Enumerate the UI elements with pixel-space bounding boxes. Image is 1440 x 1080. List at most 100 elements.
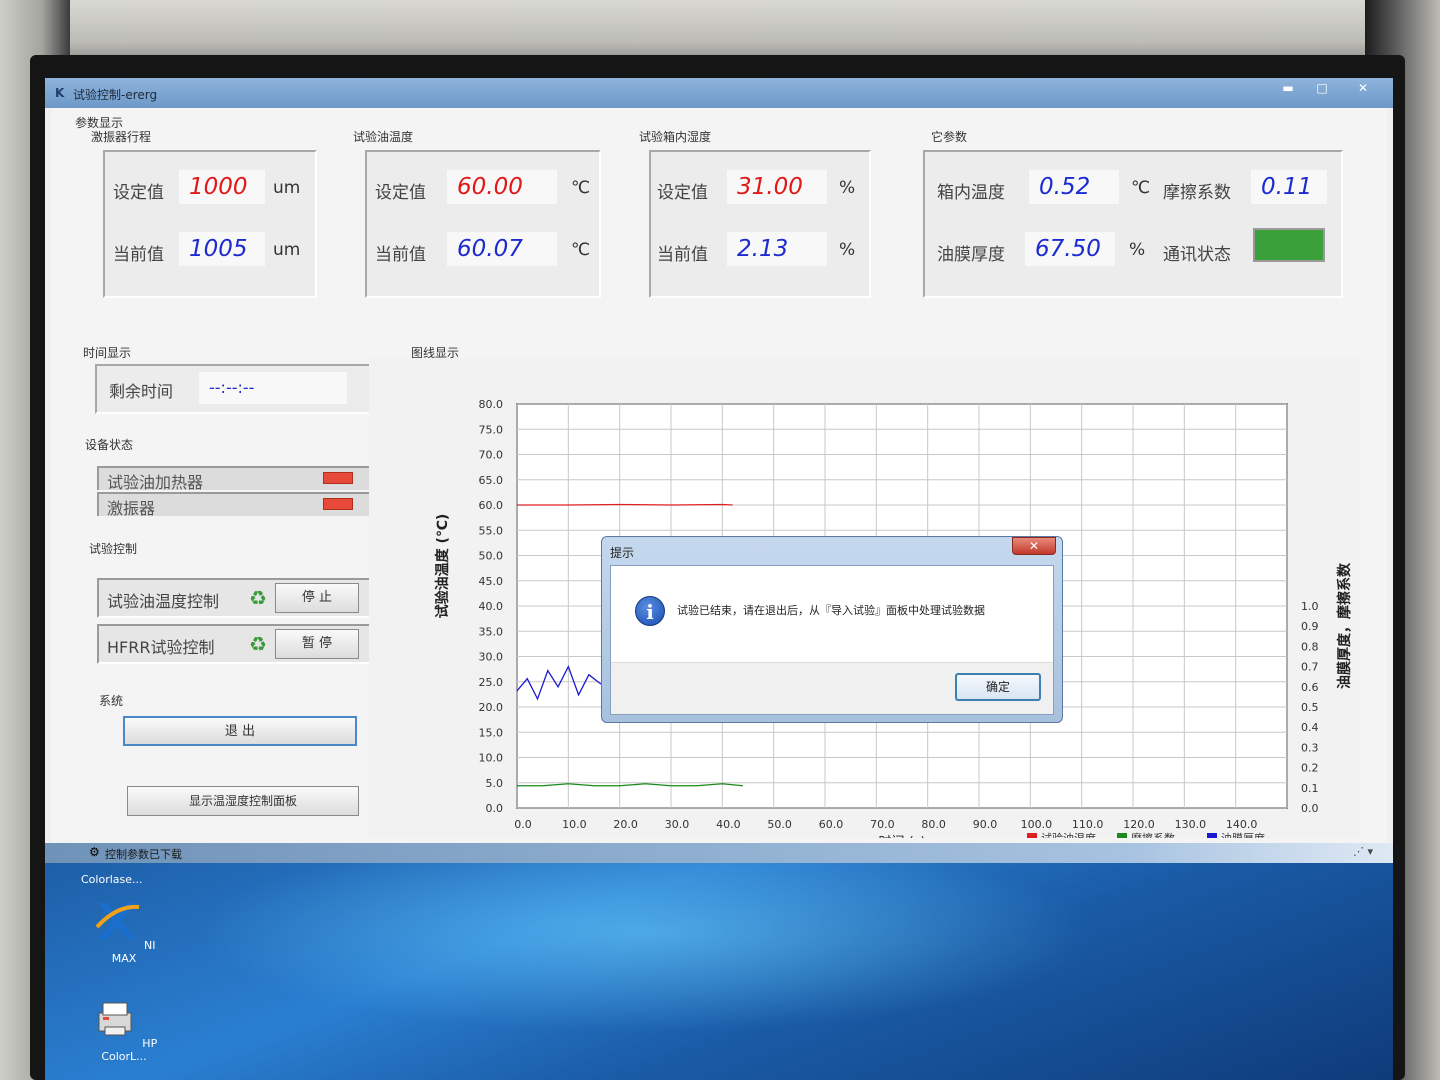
screen: K 试验控制-ererg ▬ □ ✕ 参数显示 激振器行程 设定值 1000 u… [45,78,1393,1080]
window-titlebar[interactable]: K 试验控制-ererg ▬ □ ✕ [45,78,1393,108]
maximize-icon[interactable]: □ [1309,80,1335,96]
hfrr-control-row: HFRR试验控制 ♻ 暂 停 [97,624,371,664]
series-line-0 [517,503,733,506]
x-axis-title: 时间 (s) [878,835,925,838]
y-tick-label: 15.0 [479,726,504,739]
dialog-footer: 确定 [611,662,1053,714]
minimize-icon[interactable]: ▬ [1275,80,1301,96]
hfrr-control-label: HFRR试验控制 [107,638,215,657]
oil-temp-control-label: 试验油温度控制 [107,592,220,611]
y2-tick-label: 0.7 [1301,661,1319,674]
y-tick-label: 60.0 [479,499,504,512]
y2-tick-label: 0.1 [1301,782,1319,795]
y-tick-label: 65.0 [479,474,504,487]
vibrator-travel-panel: 设定值 1000 um 当前值 1005 um [103,150,317,298]
wallpaper-glow [195,863,1095,1033]
y-tick-label: 40.0 [479,600,504,613]
y-tick-label: 80.0 [479,398,504,411]
desktop: Colorlase... NI MAX HP ColorL... [45,863,1393,1080]
printer-icon [98,1002,132,1036]
close-icon[interactable]: ✕ [1343,80,1383,96]
vibrator-cur-label: 当前值 [113,245,164,265]
oil-temp-set-label: 设定值 [375,183,426,203]
test-control-group: 试验油温度控制 ♻ 停 止 HFRR试验控制 ♻ 暂 停 [81,564,391,668]
system-title: 系统 [99,694,124,708]
x-tick-label: 140.0 [1226,818,1258,831]
device-status-group: 试验油加热器 激振器 [81,452,381,524]
legend-label: 摩擦系数 [1131,831,1175,838]
vibrator-status-led [323,498,353,510]
statusbar-text: 控制参数已下载 [105,848,182,861]
ok-button[interactable]: 确定 [955,673,1041,701]
exit-button[interactable]: 退 出 [123,716,357,746]
y2-tick-label: 0.3 [1301,741,1319,754]
y2-tick-label: 0.0 [1301,802,1319,815]
legend-swatch [1207,833,1217,843]
y-axis-title: 试验油温度 (℃) [434,514,451,619]
legend-swatch [1027,833,1037,843]
y-tick-label: 45.0 [479,575,504,588]
box-temp-value: 0.52 [1029,170,1119,204]
pause-button[interactable]: 暂 停 [275,629,359,659]
other-params-panel: 箱内温度 0.52 ℃ 摩擦系数 0.11 油膜厚度 67.50 % 通讯状态 [923,150,1343,298]
stop-button[interactable]: 停 止 [275,583,359,613]
x-tick-label: 0.0 [514,818,532,831]
y-tick-label: 55.0 [479,524,504,537]
y-tick-label: 25.0 [479,676,504,689]
y-tick-label: 20.0 [479,701,504,714]
legend-swatch [1117,833,1127,843]
window-client: 参数显示 激振器行程 设定值 1000 um 当前值 1005 um 试验油温度… [51,108,1387,850]
x-tick-label: 90.0 [973,818,998,831]
y-tick-label: 75.0 [479,423,504,436]
box-temp-label: 箱内温度 [937,183,1005,203]
legend-label: 油膜厚度 [1221,831,1265,838]
y-tick-label: 0.0 [486,802,504,815]
friction-label: 摩擦系数 [1163,183,1231,203]
x-tick-label: 130.0 [1175,818,1207,831]
test-control-title: 试验控制 [89,542,138,556]
y2-tick-label: 0.8 [1301,640,1319,653]
x-tick-label: 80.0 [921,818,946,831]
x-tick-label: 20.0 [613,818,638,831]
humidity-set-unit: % [839,178,856,198]
show-control-panel-button[interactable]: 显示温湿度控制面板 [127,786,359,816]
oil-temp-set-unit: ℃ [571,178,591,198]
desktop-icon-hp[interactable]: HP ColorL... [89,995,159,1063]
resize-grip-icon[interactable]: ⋰ ▾ [1353,845,1373,858]
x-tick-label: 120.0 [1123,818,1155,831]
vibrator-set-unit: um [273,178,301,198]
y2-axis-title: 油膜厚度，摩擦系数 [1336,562,1353,689]
app-icon: K [55,86,65,100]
vibrator-cur-unit: um [273,240,301,260]
desktop-icon-nimax[interactable]: NI MAX [89,897,159,965]
y2-tick-label: 0.4 [1301,721,1319,734]
heater-status-led [323,472,353,484]
x-tick-label: 60.0 [819,818,844,831]
oil-temp-panel: 设定值 60.00 ℃ 当前值 60.07 ℃ [365,150,601,298]
y2-tick-label: 0.6 [1301,681,1319,694]
y2-tick-label: 0.9 [1301,620,1319,633]
film-thickness-unit: % [1129,240,1146,260]
y-tick-label: 35.0 [479,625,504,638]
refresh-icon: ♻ [249,632,267,656]
y-tick-label: 70.0 [479,449,504,462]
box-temp-unit: ℃ [1131,178,1151,198]
y-tick-label: 5.0 [486,777,504,790]
comm-status-label: 通讯状态 [1163,245,1231,265]
dialog-message: 试验已结束，请在退出后，从『导入试验』面板中处理试验数据 [677,604,985,617]
x-tick-label: 50.0 [767,818,792,831]
comm-status-indicator [1253,228,1325,262]
box-humidity-title: 试验箱内湿度 [639,130,712,144]
x-tick-label: 110.0 [1072,818,1104,831]
heater-label: 试验油加热器 [107,473,204,492]
friction-value: 0.11 [1251,170,1327,204]
x-tick-label: 10.0 [562,818,587,831]
ni-max-icon [95,903,139,939]
dialog-close-icon[interactable]: ✕ [1012,537,1056,555]
x-tick-label: 30.0 [665,818,690,831]
status-row-heater: 试验油加热器 [97,466,373,492]
time-display-title: 时间显示 [83,346,132,360]
oil-temp-set-value: 60.00 [447,170,557,204]
info-icon: i [635,596,665,626]
message-dialog: 提示 ✕ i 试验已结束，请在退出后，从『导入试验』面板中处理试验数据 确定 [601,536,1063,723]
